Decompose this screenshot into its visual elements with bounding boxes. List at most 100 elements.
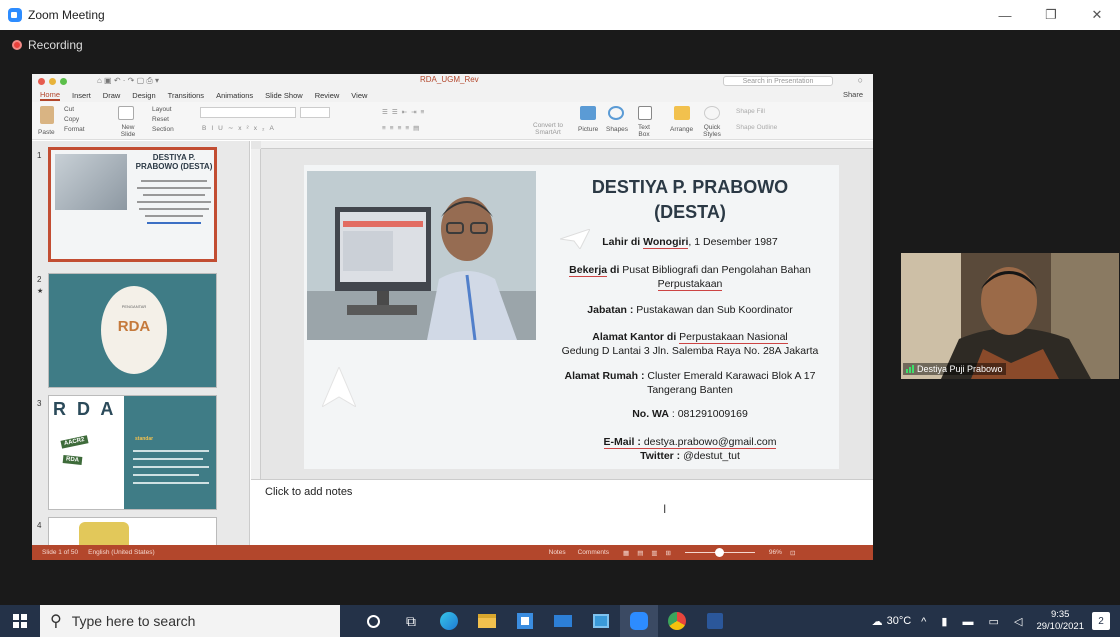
shapes-label: Shapes: [606, 126, 629, 133]
word-icon[interactable]: [696, 605, 734, 637]
layout-button[interactable]: Layout: [152, 106, 172, 113]
paste-icon[interactable]: [40, 106, 54, 124]
quick-styles-label: Quick Styles: [703, 124, 721, 138]
thumb-title: RDA: [117, 318, 151, 335]
animation-star-icon: ★: [37, 288, 44, 295]
shapes-icon[interactable]: [608, 106, 624, 120]
minimize-button[interactable]: —: [982, 0, 1028, 30]
reset-button[interactable]: Reset: [152, 116, 169, 123]
restore-button[interactable]: ❐: [1028, 0, 1074, 30]
recording-label: Recording: [28, 38, 83, 52]
home-info: Alamat Rumah : Cluster Emerald Karawaci …: [564, 370, 816, 396]
format-painter-button[interactable]: Format: [64, 126, 85, 133]
tab-slide-show[interactable]: Slide Show: [265, 91, 303, 100]
slide-thumbnail-3[interactable]: R D A AACR2 RDA standar: [48, 395, 217, 510]
clock[interactable]: 9:35 29/10/2021: [1036, 609, 1084, 633]
tab-transitions[interactable]: Transitions: [168, 91, 204, 100]
shape-fill-button[interactable]: Shape Fill: [736, 108, 765, 115]
font-format-icons[interactable]: BIU∼x²x₂A: [202, 124, 279, 132]
share-button[interactable]: Share: [843, 90, 863, 99]
system-tray: ☁ 30°C ^ ▮ ▬ ▭ ◁ 9:35 29/10/2021 2: [872, 605, 1120, 637]
notes-toggle[interactable]: Notes: [549, 549, 566, 556]
minimize-dot-icon[interactable]: [49, 77, 56, 85]
shape-outline-button[interactable]: Shape Outline: [736, 124, 777, 131]
font-size-select[interactable]: [300, 107, 330, 118]
ppt-filename: RDA_UGM_Rev: [420, 75, 479, 84]
tab-view[interactable]: View: [351, 91, 367, 100]
weather-icon[interactable]: ☁: [872, 615, 883, 628]
clock-time: 9:35: [1050, 609, 1070, 620]
quick-access-icons[interactable]: ⌂ ▣ ↶ · ↷ ▢ ⎙ ▾: [97, 76, 159, 86]
new-slide-icon[interactable]: [118, 106, 134, 120]
copy-button[interactable]: Copy: [64, 116, 79, 123]
start-button[interactable]: [0, 605, 40, 637]
close-button[interactable]: ✕: [1074, 0, 1120, 30]
window-title-bar: Zoom Meeting — ❐ ✕: [0, 0, 1120, 30]
tab-review[interactable]: Review: [315, 91, 340, 100]
thumb-text-lines: [135, 176, 213, 229]
zoom-taskbar-icon[interactable]: [620, 605, 658, 637]
textbox-icon[interactable]: [638, 106, 652, 120]
tab-design[interactable]: Design: [132, 91, 155, 100]
thumb-number: 3: [37, 399, 42, 408]
file-explorer-icon[interactable]: [468, 605, 506, 637]
paragraph-icons[interactable]: ☰☰⇤⇥≡: [382, 108, 428, 116]
email-info: E-Mail : destya.prabowo@gmail.com: [603, 436, 777, 449]
chrome-icon[interactable]: [658, 605, 696, 637]
notes-pane[interactable]: Click to add notes I: [251, 479, 873, 545]
notes-placeholder: Click to add notes: [265, 486, 353, 498]
picture-icon[interactable]: [580, 106, 596, 120]
tab-home[interactable]: Home: [40, 90, 61, 101]
participant-video[interactable]: Destiya Puji Prabowo: [901, 253, 1119, 379]
tab-draw[interactable]: Draw: [103, 91, 121, 100]
zoom-slider[interactable]: [684, 548, 755, 557]
mail-icon[interactable]: [544, 605, 582, 637]
cut-button[interactable]: Cut: [64, 106, 74, 113]
taskbar-search-input[interactable]: ⚲ Type here to search: [40, 605, 340, 637]
convert-smartart-button[interactable]: Convert to SmartArt: [530, 122, 566, 136]
close-dot-icon[interactable]: [38, 77, 45, 85]
paper-plane-icon: [322, 367, 356, 407]
search-icon: ⚲: [50, 613, 62, 630]
windows-taskbar: ⚲ Type here to search ⧉ ☁ 30°C ^ ▮ ▬ ▭ ◁…: [0, 605, 1120, 637]
tray-icons[interactable]: ^ ▮ ▬ ▭ ◁: [921, 615, 1028, 628]
fit-slide-icon[interactable]: ⊡: [790, 549, 795, 557]
quick-styles-icon[interactable]: [704, 106, 720, 120]
name-line-2: (DESTA): [654, 202, 726, 222]
zoom-dot-icon[interactable]: [60, 77, 67, 85]
store-icon[interactable]: [506, 605, 544, 637]
thumb-number: 1: [37, 151, 42, 160]
align-icons[interactable]: ≡≡≡≡▤: [382, 124, 423, 132]
slide-thumbnail-2[interactable]: PENGANTAR RDA: [48, 273, 217, 388]
photos-icon[interactable]: [582, 605, 620, 637]
comments-toggle[interactable]: Comments: [578, 549, 609, 556]
profile-photo: [307, 171, 536, 340]
task-view-icon[interactable]: ⧉: [392, 605, 430, 637]
ppt-titlebar: ⌂ ▣ ↶ · ↷ ▢ ⎙ ▾ RDA_UGM_Rev Search in Pr…: [32, 74, 873, 88]
slide-thumbnails-pane[interactable]: 1 DESTIYA P. PRABOWO (DESTA) 2 ★ PENGANT…: [32, 141, 250, 545]
slide-thumbnail-1[interactable]: DESTIYA P. PRABOWO (DESTA): [48, 147, 217, 262]
account-icon[interactable]: ○: [858, 75, 863, 85]
tab-animations[interactable]: Animations: [216, 91, 253, 100]
office-info: Alamat Kantor di Perpustakaan Nasional Ge…: [561, 331, 819, 357]
paste-label: Paste: [38, 129, 55, 136]
ppt-search-input[interactable]: Search in Presentation: [723, 76, 833, 86]
weather-temp[interactable]: 30°C: [887, 615, 912, 627]
section-button[interactable]: Section: [152, 126, 174, 133]
language-status[interactable]: English (United States): [88, 549, 154, 556]
zoom-level[interactable]: 96%: [769, 549, 782, 556]
current-slide[interactable]: DESTIYA P. PRABOWO (DESTA) Lahir di Wono…: [304, 165, 839, 469]
edge-icon[interactable]: [430, 605, 468, 637]
arrange-icon[interactable]: [674, 106, 690, 120]
thumb-title: R D A: [53, 399, 117, 419]
cortana-icon[interactable]: [354, 605, 392, 637]
thumb-subtitle: PENGANTAR: [121, 304, 147, 309]
slide-counter: Slide 1 of 50: [42, 549, 79, 556]
view-icons[interactable]: ▦▤▥⊞: [623, 549, 679, 557]
recording-indicator[interactable]: Recording: [12, 38, 83, 52]
notification-center-icon[interactable]: 2: [1092, 612, 1110, 630]
slide-thumbnail-4[interactable]: [48, 517, 217, 545]
ppt-status-bar: Slide 1 of 50 English (United States) No…: [32, 545, 873, 560]
tab-insert[interactable]: Insert: [72, 91, 91, 100]
font-name-select[interactable]: [200, 107, 296, 118]
